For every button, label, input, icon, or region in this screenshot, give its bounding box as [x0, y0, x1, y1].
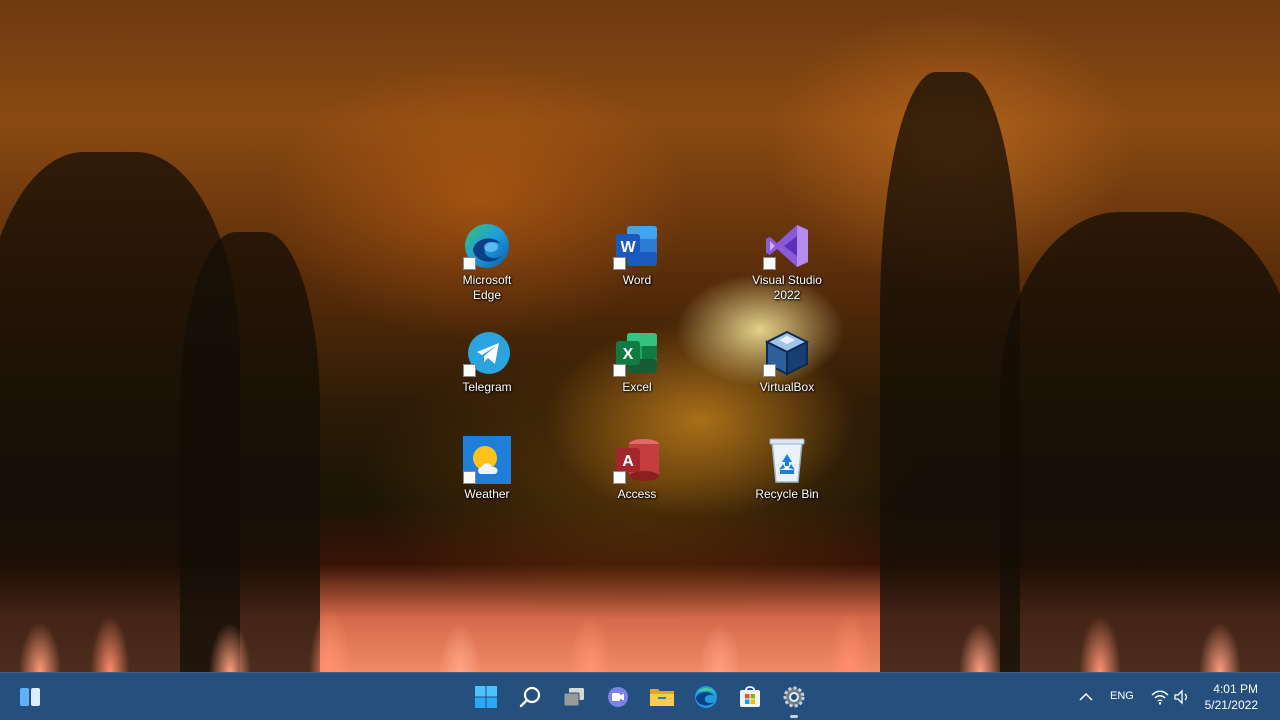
access-icon: A: [613, 436, 661, 484]
desktop-icon-label: Telegram: [462, 380, 512, 394]
start-icon: [475, 686, 497, 708]
chat-button[interactable]: [598, 673, 638, 720]
clock[interactable]: 4:01 PM 5/21/2022: [1205, 681, 1258, 713]
teams-chat-icon: [608, 687, 628, 707]
input-language-indicator[interactable]: ENG: [1110, 690, 1134, 702]
shortcut-arrow-icon: [463, 257, 476, 270]
volume-icon: [1174, 689, 1188, 705]
desktop-icon-label: Microsoft Edge: [462, 273, 512, 302]
network-volume-button[interactable]: [1144, 673, 1198, 720]
start-button[interactable]: [466, 673, 506, 720]
recycle-bin-icon: [763, 436, 811, 484]
desktop-icon-grid: Microsoft Edge W Word Visual Studio 2022…: [0, 0, 1280, 672]
edge-taskbar-button[interactable]: [686, 673, 726, 720]
taskbar: ENG 4:01 PM 5/21/2022: [0, 672, 1280, 720]
file-explorer-icon: [650, 689, 674, 706]
task-view-button[interactable]: [554, 673, 594, 720]
desktop-icon-access[interactable]: A Access: [595, 434, 679, 534]
desktop-icon-word[interactable]: W Word: [595, 220, 679, 320]
shortcut-arrow-icon: [613, 471, 626, 484]
desktop-icon-label: Word: [622, 273, 652, 287]
excel-icon: X: [613, 329, 661, 377]
task-view-icon: [563, 688, 584, 707]
svg-text:W: W: [620, 239, 636, 256]
widgets-icon: [20, 688, 40, 706]
file-explorer-button[interactable]: [642, 673, 682, 720]
clock-date: 5/21/2022: [1204, 698, 1258, 712]
virtualbox-icon: [763, 329, 811, 377]
desktop-icon-label: Access: [617, 487, 657, 501]
desktop-icon-label: Weather: [464, 487, 510, 501]
search-icon: [519, 686, 541, 708]
desktop-icon-excel[interactable]: X Excel: [595, 327, 679, 427]
microsoft-store-button[interactable]: [730, 673, 770, 720]
wifi-icon: [1151, 690, 1169, 705]
weather-icon: [463, 436, 511, 484]
shortcut-arrow-icon: [763, 257, 776, 270]
shortcut-arrow-icon: [463, 364, 476, 377]
running-indicator: [790, 715, 798, 718]
edge-icon: [463, 222, 511, 270]
shortcut-arrow-icon: [613, 364, 626, 377]
microsoft-store-icon: [740, 686, 760, 707]
search-button[interactable]: [510, 673, 550, 720]
telegram-icon: [463, 329, 511, 377]
shortcut-arrow-icon: [463, 471, 476, 484]
desktop-icon-telegram[interactable]: Telegram: [445, 327, 529, 427]
svg-text:X: X: [623, 346, 634, 363]
desktop-icon-label: Recycle Bin: [755, 487, 819, 501]
svg-text:A: A: [622, 453, 634, 470]
desktop-icon-label: VirtualBox: [759, 380, 815, 394]
widgets-button[interactable]: [10, 673, 50, 720]
shortcut-arrow-icon: [763, 364, 776, 377]
edge-icon: [695, 686, 717, 708]
shortcut-arrow-icon: [613, 257, 626, 270]
desktop-icon-visual-studio-2022[interactable]: Visual Studio 2022: [745, 220, 829, 320]
visual-studio-icon: [763, 222, 811, 270]
desktop-icon-recycle-bin[interactable]: Recycle Bin: [745, 434, 829, 534]
clock-time: 4:01 PM: [1213, 682, 1258, 696]
show-hidden-icons-button[interactable]: [1068, 673, 1104, 720]
desktop-icon-weather[interactable]: Weather: [445, 434, 529, 534]
chevron-up-icon: [1079, 692, 1093, 701]
settings-button[interactable]: [774, 673, 814, 720]
desktop-icon-label: Excel: [622, 380, 652, 394]
desktop-icon-virtualbox[interactable]: VirtualBox: [745, 327, 829, 427]
word-icon: W: [613, 222, 661, 270]
desktop-icon-label: Visual Studio 2022: [752, 273, 822, 302]
desktop-icon-microsoft-edge[interactable]: Microsoft Edge: [445, 220, 529, 320]
settings-icon: [783, 686, 805, 708]
